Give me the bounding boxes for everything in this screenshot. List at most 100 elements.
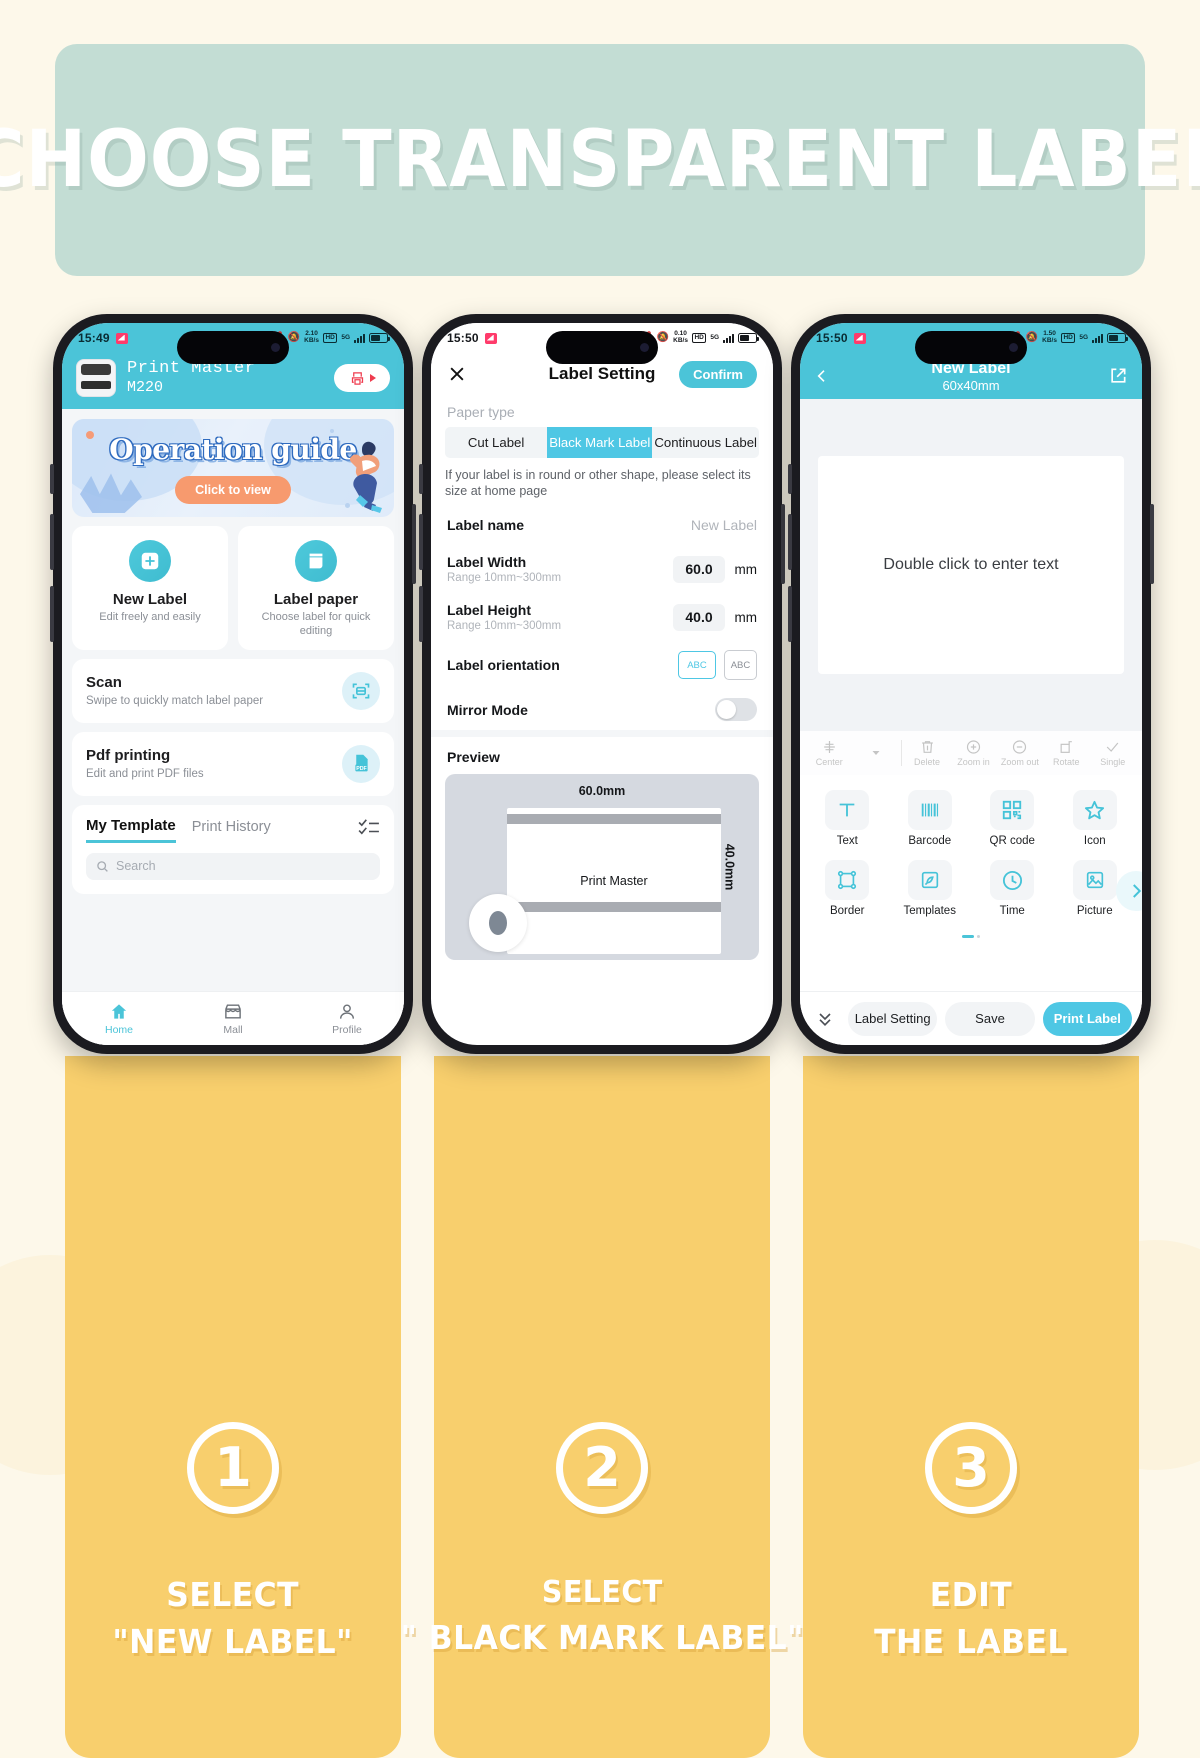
phone-mockup-1: 15:49 ⏰ 🔕 2.10KB/s HD 5G — [50, 314, 416, 1054]
plus-square-icon — [129, 540, 171, 582]
qrcode-icon — [990, 790, 1035, 830]
tool-single-select: Single — [1090, 739, 1136, 767]
label-preview: 60.0mm 40.0mm Print Master — [445, 774, 759, 960]
border-icon — [825, 860, 870, 900]
tool-barcode[interactable]: Barcode — [889, 785, 972, 855]
pdf-printing-row[interactable]: Pdf printing Edit and print PDF files PD… — [72, 731, 394, 796]
checklist-icon[interactable] — [358, 818, 380, 841]
tool-text[interactable]: Text — [806, 785, 889, 855]
tab-mall[interactable]: Mall — [176, 1002, 290, 1036]
tool-time[interactable]: Time — [971, 855, 1054, 925]
confirm-button[interactable]: Confirm — [679, 360, 757, 388]
scan-row[interactable]: Scan Swipe to quickly match label paper — [72, 658, 394, 723]
tool-border[interactable]: Border — [806, 855, 889, 925]
preview-paper: Print Master — [507, 808, 721, 954]
field-label: Label name — [447, 517, 525, 533]
tool-label: Templates — [903, 905, 956, 917]
label-name-row[interactable]: Label name New Label — [431, 505, 773, 545]
operation-guide-banner[interactable]: Operation guide Click to view — [72, 419, 394, 517]
chevrons-down-icon — [819, 1012, 831, 1026]
svg-text:PDF: PDF — [356, 766, 367, 772]
notification-flag-icon — [853, 332, 866, 344]
collapse-panel-button[interactable] — [810, 1009, 840, 1029]
segment-continuous-label[interactable]: Continuous Label — [652, 427, 759, 458]
label-orientation-row: Label orientation ABC ABC — [431, 641, 773, 689]
scan-texts: Scan Swipe to quickly match label paper — [86, 674, 263, 707]
search-input[interactable]: Search — [86, 852, 380, 880]
hd-badge-icon: HD — [691, 332, 707, 344]
mute-icon: 🔕 — [1025, 332, 1039, 343]
battery-icon — [369, 333, 390, 343]
printer-glyph-icon — [351, 371, 363, 385]
label-width-input[interactable]: 60.0 — [673, 555, 725, 583]
tab-profile[interactable]: Profile — [290, 1002, 404, 1036]
status-time: 15:50 — [816, 331, 848, 345]
tab-print-history[interactable]: Print History — [192, 819, 271, 841]
phone-side-button — [1150, 504, 1154, 584]
tool-label: Border — [829, 905, 865, 917]
print-label-button[interactable]: Print Label — [1042, 1001, 1132, 1036]
tool-label: QR code — [989, 835, 1035, 847]
shape-hint-text: If your label is in round or other shape… — [445, 468, 751, 498]
height-unit: mm — [734, 609, 758, 625]
segment-cut-label[interactable]: Cut Label — [445, 427, 547, 458]
label-canvas[interactable]: Double click to enter text — [818, 456, 1124, 674]
step-caption-line1: SELECT — [166, 1575, 300, 1614]
network-type: 5G — [1079, 333, 1088, 341]
guide-cta-button[interactable]: Click to view — [175, 475, 291, 504]
tool-label: Delete — [914, 756, 941, 767]
device-model: M220 — [127, 379, 164, 397]
app-identity: Print Master M220 — [127, 359, 255, 397]
page-title: CHOOSE TRANSPARENT LABEL — [0, 115, 1200, 205]
tool-templates[interactable]: Templates — [889, 855, 972, 925]
printer-connect-button[interactable] — [334, 364, 390, 392]
new-label-tile[interactable]: New Label Edit freely and easily — [72, 526, 228, 650]
label-height-input[interactable]: 40.0 — [673, 603, 725, 631]
mirror-mode-toggle[interactable] — [715, 698, 757, 721]
field-label: Label orientation — [447, 657, 560, 673]
status-time: 15:49 — [78, 331, 110, 345]
step-number-badge: 2 — [556, 1422, 648, 1514]
dropdown-caret-icon — [369, 374, 376, 382]
person-icon — [339, 1003, 355, 1019]
step-number-badge: 1 — [187, 1422, 279, 1514]
label-paper-tile[interactable]: Label paper Choose label for quick editi… — [238, 526, 394, 650]
tile-title: New Label — [112, 591, 188, 608]
climber-illustration-icon — [349, 441, 382, 513]
field-label: Label Height — [447, 602, 532, 618]
tool-qr-code[interactable]: QR code — [971, 785, 1054, 855]
dynamic-island — [915, 331, 1027, 364]
store-icon — [225, 1003, 241, 1019]
field-range: Range 10mm~300mm — [447, 620, 562, 632]
label-size: 60x40mm — [942, 377, 1000, 393]
step-caption-line1: SELECT — [541, 1575, 663, 1610]
label-height-row[interactable]: Label Height Range 10mm~300mm 40.0 mm — [431, 593, 773, 641]
step-caption: SELECT "NEW LABEL" — [113, 1572, 354, 1666]
label-setting-button[interactable]: Label Setting — [848, 1001, 938, 1036]
template-card: My Template Print History Search — [72, 804, 394, 894]
network-type: 5G — [710, 333, 719, 341]
black-mark-band-bottom — [507, 902, 721, 912]
clock-icon — [990, 860, 1035, 900]
share-icon[interactable] — [1108, 366, 1128, 386]
label-canvas-area[interactable]: Double click to enter text — [800, 399, 1142, 731]
phone-mockup-3: 15:50 ⏰ 🔕 1.50KB/s HD 5G New Labe — [788, 314, 1154, 1054]
preview-paper-text: Print Master — [580, 874, 648, 888]
segment-black-mark-label[interactable]: Black Mark Label — [547, 427, 653, 458]
orientation-landscape-option[interactable]: ABC — [678, 651, 716, 679]
data-rate-indicator: 1.50 KB/s — [1042, 330, 1057, 344]
printer-icon — [76, 359, 116, 397]
save-button[interactable]: Save — [945, 1001, 1035, 1036]
black-mark-band-top — [507, 814, 721, 824]
tool-icon[interactable]: Icon — [1054, 785, 1137, 855]
step-panel-1: 1 SELECT "NEW LABEL" — [65, 1056, 401, 1758]
pdf-icon: PDF — [342, 744, 380, 783]
tab-home[interactable]: Home — [62, 1002, 176, 1036]
phone-side-button — [412, 504, 416, 584]
tab-my-template[interactable]: My Template — [86, 817, 176, 843]
label-width-row[interactable]: Label Width Range 10mm~300mm 60.0 mm — [431, 545, 773, 593]
orientation-portrait-option[interactable]: ABC — [724, 650, 757, 680]
signal-icon — [354, 333, 365, 343]
phone-side-button — [781, 504, 785, 584]
dynamic-island — [546, 331, 658, 364]
